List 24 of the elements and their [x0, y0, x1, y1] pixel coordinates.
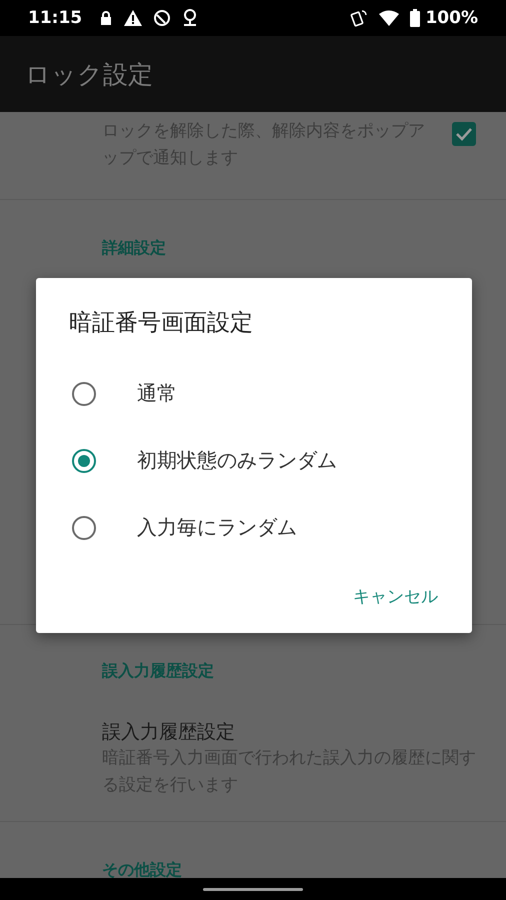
- category-header: その他設定: [102, 859, 182, 878]
- category-header: 詳細設定: [102, 237, 166, 259]
- option-label[interactable]: 初期状態のみランダム: [137, 447, 337, 474]
- radio-button[interactable]: [72, 516, 96, 540]
- data-saver-icon: [153, 9, 172, 27]
- dialog-title: 暗証番号画面設定: [68, 309, 254, 338]
- screen-title: ロック設定: [25, 58, 153, 90]
- lock-icon: [99, 10, 114, 26]
- radio-button[interactable]: [72, 382, 96, 406]
- cancel-button[interactable]: キャンセル: [345, 577, 446, 616]
- phone-vibrate-icon: [350, 9, 368, 27]
- setting-title: 誤入力履歴設定: [102, 720, 236, 745]
- option-label[interactable]: 入力毎にランダム: [137, 514, 297, 541]
- wifi-icon: [379, 10, 400, 26]
- battery-icon: [410, 9, 420, 27]
- warning-icon: [124, 10, 142, 26]
- battery-percent: 100%: [425, 8, 478, 28]
- checkbox[interactable]: [452, 122, 476, 146]
- clock-time: 11:15: [28, 8, 82, 28]
- home-handle[interactable]: [203, 888, 303, 890]
- radio-button[interactable]: [72, 448, 96, 472]
- option-label[interactable]: 通常: [137, 380, 177, 407]
- check-icon: [455, 127, 473, 141]
- category-header: 誤入力履歴設定: [102, 660, 214, 682]
